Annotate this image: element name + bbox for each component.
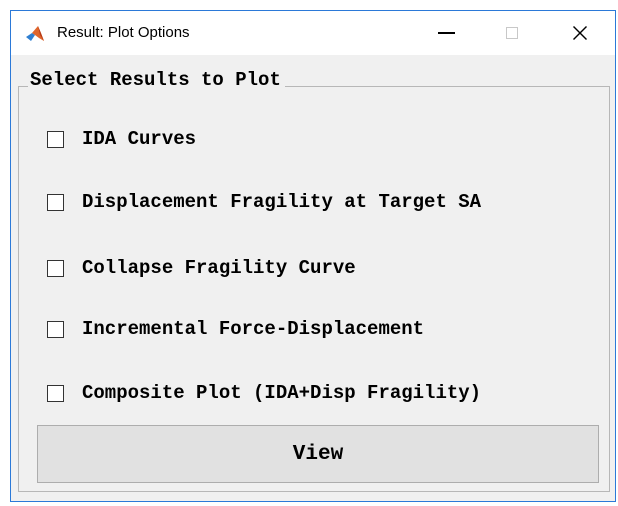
option-incremental-force-displacement[interactable]: Incremental Force-Displacement bbox=[47, 316, 424, 342]
option-label: Collapse Fragility Curve bbox=[82, 257, 356, 279]
checkbox[interactable] bbox=[47, 259, 64, 277]
title-bar[interactable]: Result: Plot Options bbox=[11, 11, 615, 55]
checkbox[interactable] bbox=[47, 384, 64, 402]
window-title: Result: Plot Options bbox=[57, 24, 190, 41]
minimize-icon bbox=[437, 32, 455, 34]
view-button[interactable]: View bbox=[37, 425, 599, 483]
option-label: Incremental Force-Displacement bbox=[82, 318, 425, 340]
maximize-icon bbox=[506, 27, 518, 39]
option-ida-curves[interactable]: IDA Curves bbox=[47, 126, 196, 152]
option-label: Composite Plot (IDA+Disp Fragility) bbox=[82, 382, 482, 404]
maximize-button[interactable] bbox=[489, 11, 535, 55]
option-collapse-fragility[interactable]: Collapse Fragility Curve bbox=[47, 255, 356, 281]
matlab-icon bbox=[25, 24, 45, 44]
option-displacement-fragility[interactable]: Displacement Fragility at Target SA bbox=[47, 189, 481, 215]
option-composite-plot[interactable]: Composite Plot (IDA+Disp Fragility) bbox=[47, 380, 481, 406]
panel-title: Select Results to Plot bbox=[28, 69, 285, 91]
checkbox[interactable] bbox=[47, 130, 64, 148]
option-label: Displacement Fragility at Target SA bbox=[82, 191, 482, 213]
plot-options-window: Result: Plot Options Select Results to P… bbox=[10, 10, 616, 502]
close-button[interactable] bbox=[557, 11, 603, 55]
close-icon bbox=[573, 26, 587, 40]
checkbox[interactable] bbox=[47, 320, 64, 338]
option-label: IDA Curves bbox=[82, 128, 197, 150]
minimize-button[interactable] bbox=[423, 11, 469, 55]
checkbox[interactable] bbox=[47, 193, 64, 211]
